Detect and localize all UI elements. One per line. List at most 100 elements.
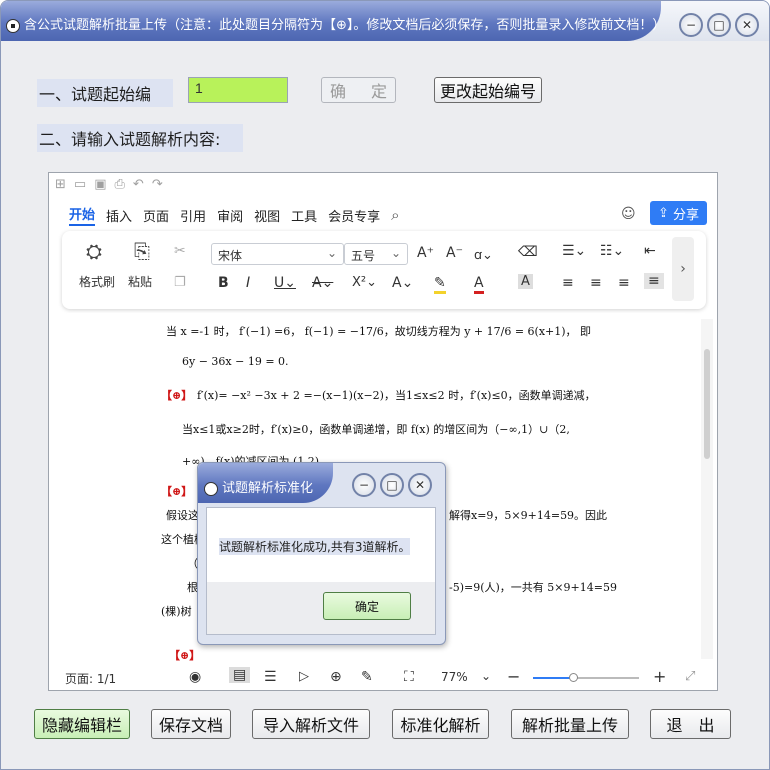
grow-font-icon[interactable]: A⁺ — [417, 245, 434, 261]
dialog-app-icon[interactable] — [204, 482, 218, 496]
main-window: 含公式试题解析批量上传（注意：此处题目分隔符为【⊕】。修改文档后必须保存，否则批… — [0, 0, 770, 770]
align-left-icon[interactable]: ≡ — [562, 275, 574, 291]
app-icon[interactable] — [6, 19, 20, 33]
font-size-select[interactable]: 五号 ⌄ — [344, 243, 408, 265]
numbered-list-icon[interactable]: ☷⌄ — [600, 243, 624, 259]
dialog-close-button[interactable]: ✕ — [408, 473, 432, 497]
quick-access-bar: ⊞ ▭ ▣ ⎙ ↶ ↷ — [55, 177, 163, 197]
ribbon-scroll-right[interactable]: › — [672, 237, 694, 301]
standardize-button[interactable]: 标准化解析 — [392, 709, 489, 739]
separator-mark-1: 【⊕】 — [161, 389, 193, 402]
undo-icon[interactable]: ↶ — [133, 177, 144, 197]
tab-page[interactable]: 页面 — [143, 206, 169, 225]
shrink-font-icon[interactable]: A⁻ — [446, 245, 463, 261]
comment-icon[interactable]: ☺ — [621, 206, 636, 222]
play-icon[interactable]: ▷ — [299, 669, 309, 684]
strikethrough-icon[interactable]: A⌄ — [312, 275, 333, 291]
standardize-dialog: 试题解析标准化 − □ ✕ 试题解析标准化成功,共有3道解析。 确定 — [197, 462, 446, 645]
tab-tools[interactable]: 工具 — [291, 206, 317, 225]
vertical-scrollbar[interactable] — [701, 319, 713, 659]
cut-icon[interactable]: ✂ — [174, 243, 186, 259]
hide-toolbar-button[interactable]: 隐藏编辑栏 — [34, 709, 130, 739]
globe-icon[interactable]: ⊕ — [330, 669, 342, 685]
font-size-value: 五号 — [351, 249, 376, 263]
highlight-icon[interactable]: ✎ — [434, 275, 446, 294]
tab-member[interactable]: 会员专享 — [328, 206, 380, 225]
bold-icon[interactable]: B — [218, 275, 229, 291]
underline-icon[interactable]: U⌄ — [274, 275, 296, 291]
dialog-title-tab: 试题解析标准化 — [198, 463, 333, 503]
tab-insert[interactable]: 插入 — [106, 206, 132, 225]
fit-page-icon[interactable]: ⛶ — [404, 669, 414, 685]
start-number-label: 一、试题起始编 — [37, 79, 173, 107]
dialog-minimize-button[interactable]: − — [352, 473, 376, 497]
font-color-icon[interactable]: A — [474, 275, 484, 294]
zoom-slider[interactable] — [533, 673, 639, 682]
phonetic-icon[interactable]: ꭤ⌄ — [474, 245, 493, 263]
new-doc-icon[interactable]: ⊞ — [55, 177, 66, 197]
zoom-slider-fill — [533, 677, 573, 679]
tab-view[interactable]: 视图 — [254, 206, 280, 225]
fullscreen-icon[interactable]: ⤢ — [685, 669, 695, 684]
chevron-down-icon: ⌄ — [390, 246, 401, 260]
italic-icon[interactable]: I — [246, 275, 250, 291]
ribbon-toolbar: ⛭ 格式刷 ⎘ 粘贴 ✂ ❐ 宋体 ⌄ 五号 ⌄ A⁺ A⁻ ꭤ⌄ ⌫ B I … — [62, 231, 706, 309]
save-document-button[interactable]: 保存文档 — [151, 709, 231, 739]
outline-view-icon[interactable]: ☰ — [264, 669, 277, 685]
font-name-select[interactable]: 宋体 ⌄ — [211, 243, 344, 265]
start-number-input[interactable]: 1 — [188, 77, 288, 103]
bullet-list-icon[interactable]: ☰⌄ — [562, 243, 586, 259]
tab-review[interactable]: 审阅 — [217, 206, 243, 225]
zoom-in-icon[interactable]: + — [653, 667, 666, 686]
paste-icon[interactable]: ⎘ — [134, 239, 150, 263]
print-preview-icon[interactable]: ⎙ — [115, 177, 125, 197]
zoom-slider-handle[interactable] — [569, 673, 578, 682]
open-folder-icon[interactable]: ▭ — [74, 177, 86, 197]
tab-home[interactable]: 开始 — [69, 204, 96, 226]
tab-reference[interactable]: 引用 — [180, 206, 206, 225]
page-view-icon[interactable]: ▤ — [229, 667, 251, 683]
chevron-down-icon[interactable]: ⌄ — [481, 669, 491, 683]
title-tab: 含公式试题解析批量上传（注意：此处题目分隔符为【⊕】。修改文档后必须保存，否则批… — [1, 1, 665, 41]
doc-line-6a: 假设这 — [166, 509, 199, 522]
dialog-ok-button[interactable]: 确定 — [323, 592, 411, 620]
menu-bar: 开始 插入 页面 引用 审阅 视图 工具 会员专享 ⌕ — [69, 203, 400, 227]
justify-icon[interactable]: ≡ — [644, 273, 664, 289]
dialog-maximize-button[interactable]: □ — [380, 473, 404, 497]
doc-line-4: 当x≤1或x≥2时，f′(x)≥0，函数单调递增，即 f(x) 的增区间为（−∞… — [182, 423, 570, 436]
decrease-indent-icon[interactable]: ⇤ — [644, 243, 656, 259]
align-center-icon[interactable]: ≡ — [590, 275, 602, 291]
format-painter-icon[interactable]: ⛭ — [86, 239, 102, 263]
pen-icon[interactable]: ✎ — [361, 669, 373, 685]
copy-icon[interactable]: ❐ — [174, 275, 186, 290]
paste-label[interactable]: 粘贴 — [128, 273, 152, 290]
chevron-right-icon: › — [680, 261, 686, 277]
close-button[interactable]: ✕ — [735, 13, 759, 37]
batch-upload-button[interactable]: 解析批量上传 — [511, 709, 629, 739]
scrollbar-thumb[interactable] — [704, 349, 710, 459]
text-effect-icon[interactable]: A⌄ — [392, 275, 413, 291]
search-icon[interactable]: ⌕ — [391, 206, 399, 224]
superscript-icon[interactable]: X²⌄ — [352, 275, 377, 290]
eye-icon[interactable]: ◉ — [189, 669, 201, 685]
separator-mark-3: 【⊕】 — [169, 649, 201, 662]
format-painter-label[interactable]: 格式刷 — [79, 273, 115, 290]
import-file-button[interactable]: 导入解析文件 — [252, 709, 370, 739]
maximize-button[interactable]: □ — [707, 13, 731, 37]
clear-format-icon[interactable]: ⌫ — [518, 244, 538, 260]
doc-line-2: 6y − 36x − 19 = 0. — [182, 355, 289, 368]
minimize-button[interactable]: − — [679, 13, 703, 37]
confirm-button[interactable]: 确 定 — [321, 77, 396, 103]
save-icon[interactable]: ▣ — [94, 177, 106, 197]
zoom-out-icon[interactable]: − — [507, 667, 520, 686]
dialog-message-area: 试题解析标准化成功,共有3道解析。 — [207, 508, 435, 582]
align-right-icon[interactable]: ≡ — [618, 275, 630, 291]
zoom-level[interactable]: 77% — [441, 670, 468, 684]
share-button[interactable]: ⇪ 分享 — [650, 201, 707, 225]
char-shading-icon[interactable]: A — [518, 274, 533, 289]
doc-line-1: 当 x =-1 时， f′(−1) =6， f(−1) = −17/6，故切线方… — [166, 325, 592, 338]
dialog-body: 试题解析标准化成功,共有3道解析。 确定 — [206, 507, 436, 635]
change-start-number-button[interactable]: 更改起始编号 — [434, 77, 542, 103]
exit-button[interactable]: 退 出 — [650, 709, 731, 739]
redo-icon[interactable]: ↷ — [152, 177, 163, 197]
